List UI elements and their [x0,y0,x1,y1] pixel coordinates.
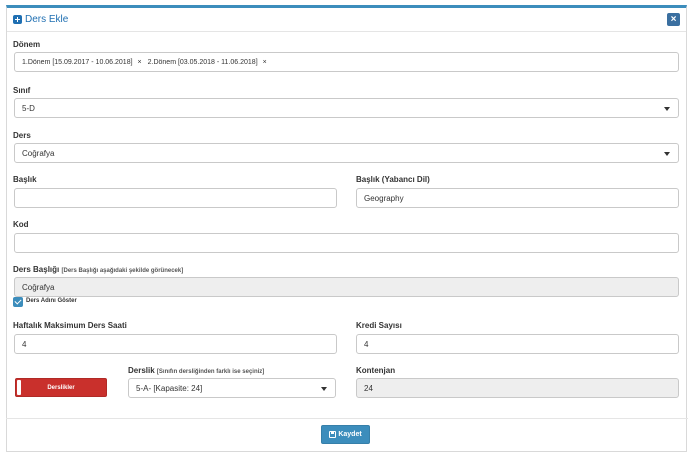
kredi-input[interactable] [356,334,679,354]
derslik-label: Derslik [Sınıfın dersliğinden farklı ise… [128,366,264,375]
close-icon: × [670,14,677,25]
save-button-label: Kaydet [338,431,362,438]
chevron-down-icon [664,152,670,156]
sinif-label: Sınıf [13,86,31,95]
kontenjan-display: 24 [356,378,679,398]
derslik-hint: [Sınıfın dersliğinden farklı ise seçiniz… [156,369,265,375]
derslik-label-text: Derslik [128,366,155,375]
derslik-value: 5-A- [Kapasite: 24] [136,383,203,393]
baslik-yabanci-label: Başlık (Yabancı Dil) [356,175,430,184]
ders-value: Coğrafya [22,148,55,158]
floppy-disk-icon [329,431,337,438]
donem-tag: 1.Dönem [15.09.2017 - 10.06.2018] × [22,59,142,66]
ders-basligi-display: Coğrafya [14,277,679,297]
ders-adini-goster-checkbox[interactable] [13,297,23,307]
baslik-input[interactable] [14,188,337,208]
modal-title-wrap: Ders Ekle [13,14,68,25]
baslik-label: Başlık [13,175,37,184]
derslikler-button-label: Derslikler [47,384,75,391]
ders-label: Ders [13,131,31,140]
kod-label: Kod [13,220,29,229]
toggle-knob [17,380,21,395]
ders-basligi-label-text: Ders Başlığı [13,265,60,274]
donem-tag-text: 2.Dönem [03.05.2018 - 11.06.2018] [147,58,258,66]
ders-basligi-value: Coğrafya [22,282,55,292]
tag-remove-icon[interactable]: × [263,59,267,66]
donem-multiselect[interactable]: 1.Dönem [15.09.2017 - 10.06.2018] × 2.Dö… [14,52,679,72]
ders-basligi-label: Ders Başlığı [Ders Başlığı aşağıdaki şek… [13,265,183,274]
donem-tag: 2.Dönem [03.05.2018 - 11.06.2018] × [148,59,267,66]
sinif-select[interactable]: 5-D [14,98,679,118]
chevron-down-icon [321,387,327,391]
ders-select[interactable]: Coğrafya [14,143,679,163]
haftalik-input[interactable] [14,334,337,354]
tag-remove-icon[interactable]: × [138,59,142,66]
chevron-down-icon [664,107,670,111]
modal-title: Ders Ekle [25,14,69,25]
save-button[interactable]: Kaydet [321,425,370,444]
modal-header: Ders Ekle × [7,8,686,32]
ders-adini-goster-label: Ders Adını Göster [26,298,77,304]
kredi-label: Kredi Sayısı [356,321,402,330]
ders-basligi-hint: [Ders Başlığı aşağıdaki şekilde görünece… [61,268,184,274]
sinif-value: 5-D [22,103,35,113]
plus-square-icon [13,15,22,24]
kod-input[interactable] [14,233,679,253]
haftalik-label: Haftalık Maksimum Ders Saati [13,321,127,330]
footer-divider [6,418,688,419]
baslik-yabanci-input[interactable] [356,188,679,208]
close-button[interactable]: × [667,13,680,26]
derslik-select[interactable]: 5-A- [Kapasite: 24] [128,378,336,398]
donem-label: Dönem [13,40,41,49]
kontenjan-label: Kontenjan [356,366,396,375]
derslikler-toggle-button[interactable]: Derslikler [15,378,107,397]
kontenjan-value: 24 [364,383,373,393]
donem-tag-text: 1.Dönem [15.09.2017 - 10.06.2018] [22,58,133,66]
